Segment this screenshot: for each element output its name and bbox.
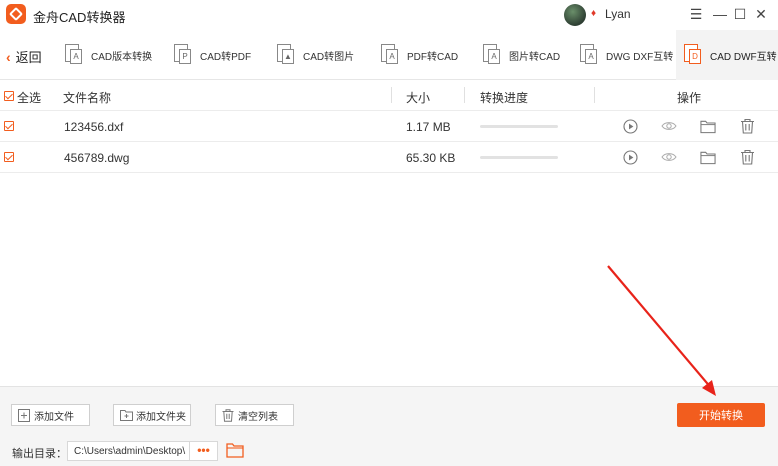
- tab-label: 图片转CAD: [509, 51, 561, 63]
- clear-list-label: 清空列表: [238, 411, 278, 423]
- add-file-label: 添加文件: [34, 411, 74, 423]
- file-table-header: 全选 文件名称 大小 转换进度 操作: [0, 81, 778, 111]
- tab-cad-to-image[interactable]: ▲ CAD转图片: [277, 30, 354, 80]
- cad-version-icon: A: [65, 44, 83, 66]
- row-checkbox[interactable]: [4, 121, 14, 131]
- maximize-button[interactable]: ☐: [731, 5, 749, 23]
- tab-pdf-to-cad[interactable]: A PDF转CAD: [381, 30, 458, 80]
- back-button[interactable]: ‹ 返回: [6, 47, 42, 66]
- username[interactable]: Lyan: [605, 7, 631, 21]
- app-logo-icon: [6, 4, 26, 24]
- function-tab-bar: ‹ 返回 A CAD版本转换 P CAD转PDF ▲ CAD转图片 A PDF转…: [0, 30, 778, 80]
- vip-diamond-icon: ♦: [591, 8, 597, 19]
- col-header-size: 大小: [406, 91, 431, 105]
- row-checkbox[interactable]: [4, 152, 14, 162]
- table-row: 123456.dxf 1.17 MB: [0, 111, 778, 142]
- footer-panel: 添加文件 添加文件夹 清空列表 开始转换 输出目录： C:\Users\admi…: [0, 386, 778, 466]
- tab-label: DWG DXF互转: [606, 51, 674, 63]
- tab-label: PDF转CAD: [407, 51, 459, 63]
- col-header-progress: 转换进度: [480, 91, 529, 105]
- play-icon[interactable]: [622, 149, 638, 165]
- tab-cad-version[interactable]: A CAD版本转换: [65, 30, 152, 80]
- tab-label: CAD版本转换: [91, 51, 153, 63]
- output-dir-field[interactable]: C:\Users\admin\Desktop\: [67, 441, 190, 461]
- add-folder-icon: [120, 409, 133, 422]
- dwg-dxf-icon: A: [580, 44, 598, 66]
- column-divider: [594, 87, 595, 103]
- tab-label: CAD转PDF: [200, 51, 252, 63]
- add-folder-label: 添加文件夹: [136, 411, 186, 423]
- back-label: 返回: [15, 50, 42, 65]
- folder-icon[interactable]: [700, 118, 716, 134]
- select-all-checkbox[interactable]: [4, 91, 14, 101]
- file-name: 123456.dxf: [64, 120, 124, 134]
- folder-icon[interactable]: [700, 149, 716, 165]
- trash-icon[interactable]: [739, 118, 755, 134]
- browse-more-button[interactable]: •••: [190, 441, 218, 461]
- image-to-cad-icon: A: [483, 44, 501, 66]
- tab-dwg-dxf[interactable]: A DWG DXF互转: [580, 30, 673, 80]
- add-file-icon: [18, 408, 30, 422]
- conversion-progress-bar: [480, 156, 558, 159]
- cad-to-pdf-icon: P: [174, 44, 192, 66]
- add-folder-button[interactable]: 添加文件夹: [113, 404, 191, 426]
- minimize-button[interactable]: —: [711, 5, 729, 23]
- tab-label: CAD转图片: [303, 51, 355, 63]
- menu-icon[interactable]: ☰: [687, 5, 705, 23]
- open-folder-icon[interactable]: [226, 442, 244, 459]
- table-row: 456789.dwg 65.30 KB: [0, 142, 778, 173]
- file-size: 1.17 MB: [406, 120, 451, 134]
- col-header-actions: 操作: [677, 91, 702, 105]
- output-dir-label: 输出目录：: [12, 448, 67, 460]
- chevron-left-icon: ‹: [6, 48, 11, 65]
- column-divider: [391, 87, 392, 103]
- cad-dwf-icon: D: [684, 44, 702, 66]
- trash-icon: [222, 408, 234, 422]
- user-avatar[interactable]: [564, 4, 586, 26]
- tab-cad-dwf[interactable]: D CAD DWF互转: [676, 30, 778, 80]
- column-divider: [464, 87, 465, 103]
- tab-image-to-cad[interactable]: A 图片转CAD: [483, 30, 560, 80]
- title-bar: 金舟CAD转换器 ♦ Lyan ☰ — ☐ ✕: [0, 0, 778, 30]
- trash-icon[interactable]: [739, 149, 755, 165]
- cad-to-image-icon: ▲: [277, 44, 295, 66]
- col-header-name: 文件名称: [63, 91, 112, 105]
- close-button[interactable]: ✕: [752, 5, 770, 23]
- clear-list-button[interactable]: 清空列表: [215, 404, 294, 426]
- app-title: 金舟CAD转换器: [33, 10, 126, 25]
- start-conversion-button[interactable]: 开始转换: [677, 403, 765, 427]
- play-icon[interactable]: [622, 118, 638, 134]
- select-all-label[interactable]: 全选: [17, 89, 41, 106]
- conversion-progress-bar: [480, 125, 558, 128]
- add-file-button[interactable]: 添加文件: [11, 404, 90, 426]
- pdf-to-cad-icon: A: [381, 44, 399, 66]
- file-size: 65.30 KB: [406, 151, 456, 165]
- file-name: 456789.dwg: [64, 151, 130, 165]
- tab-cad-to-pdf[interactable]: P CAD转PDF: [174, 30, 251, 80]
- eye-icon[interactable]: [661, 149, 677, 165]
- tab-label: CAD DWF互转: [710, 51, 777, 63]
- eye-icon[interactable]: [661, 118, 677, 134]
